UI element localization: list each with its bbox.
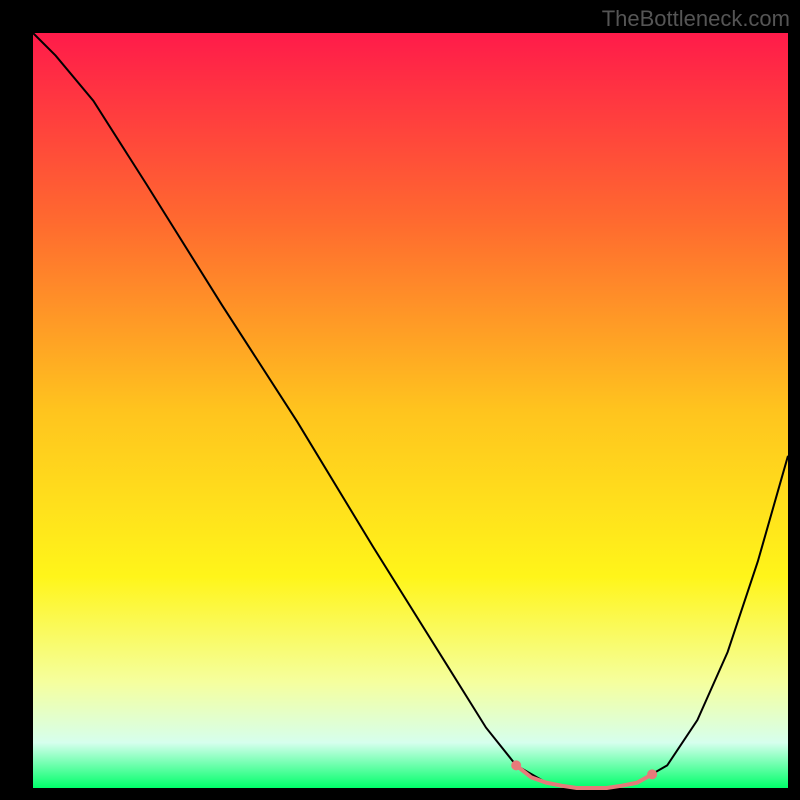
- plot-background: [33, 33, 788, 788]
- highlight-endpoint: [511, 760, 521, 770]
- highlight-endpoint: [647, 769, 657, 779]
- watermark-text: TheBottleneck.com: [602, 6, 790, 32]
- chart-container: TheBottleneck.com: [0, 0, 800, 800]
- chart-svg: [0, 0, 800, 800]
